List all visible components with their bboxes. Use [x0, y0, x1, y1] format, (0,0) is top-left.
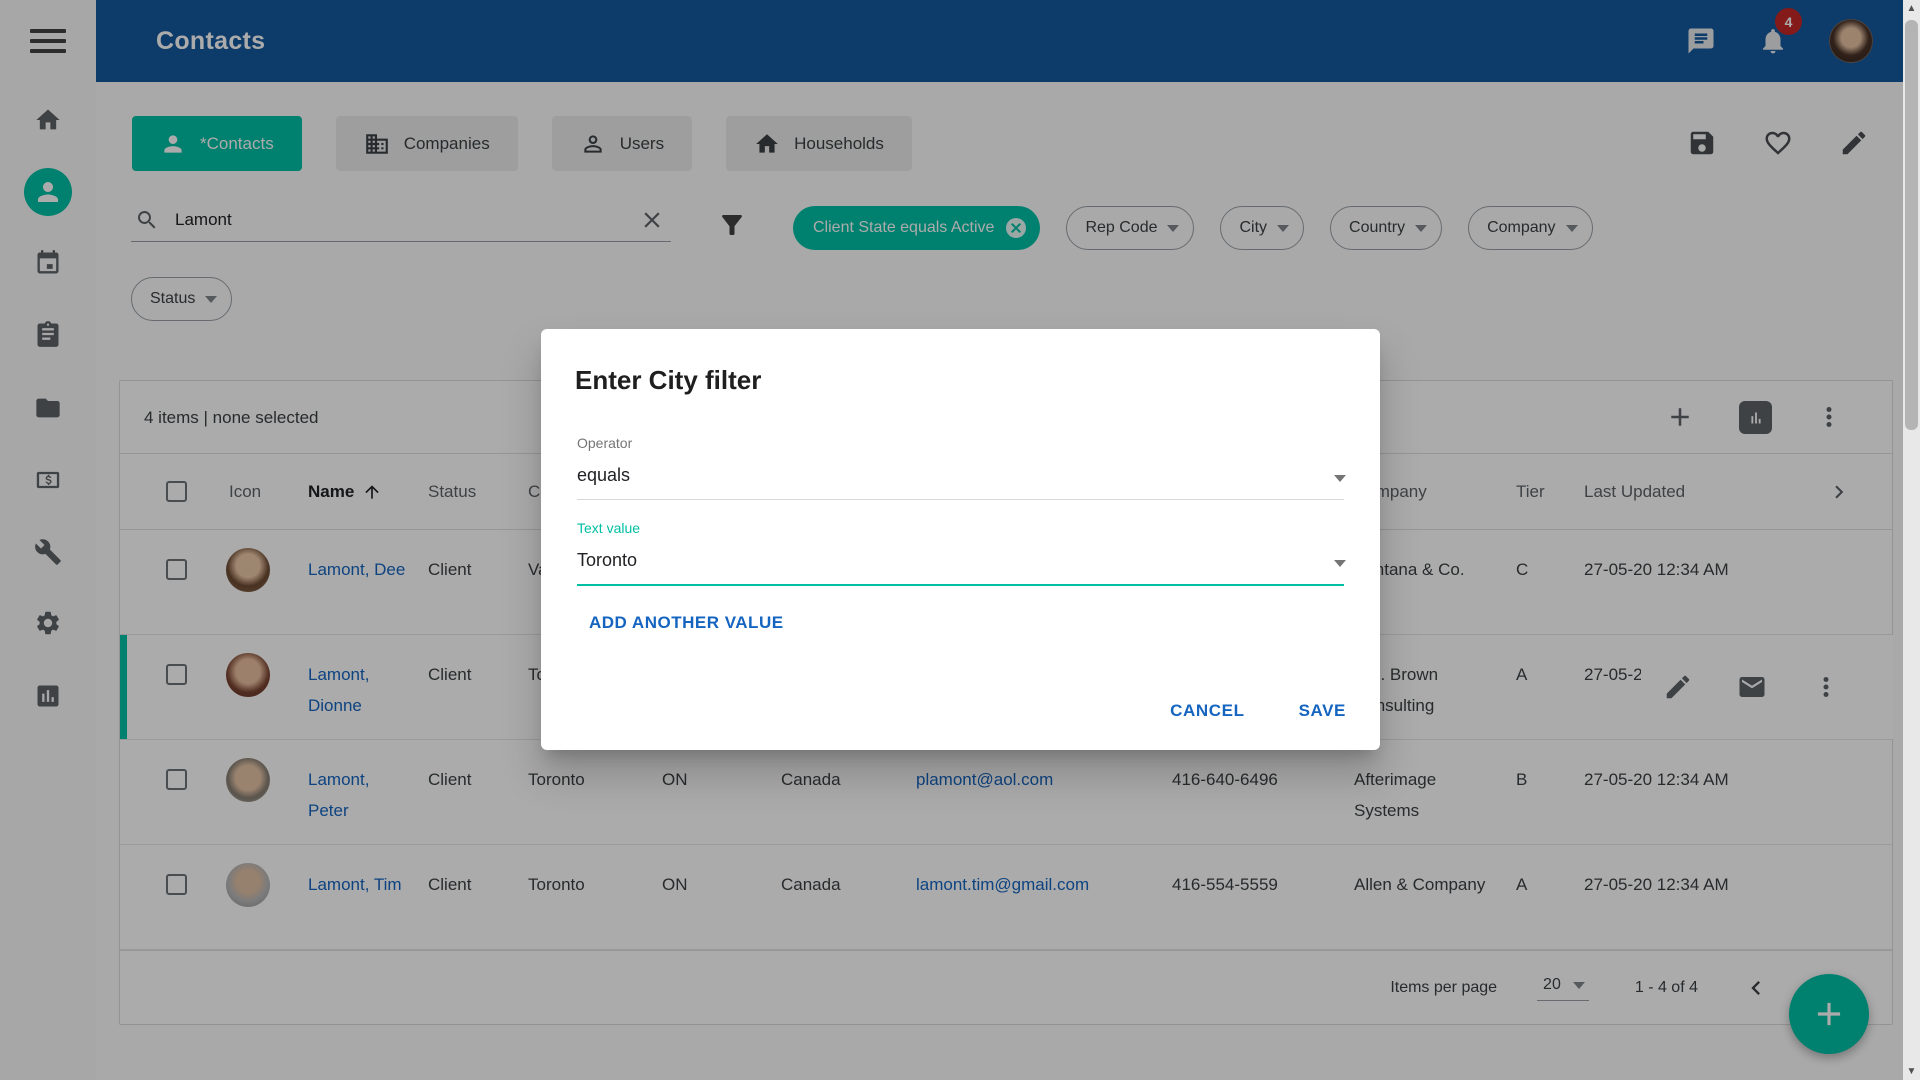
operator-underline	[577, 499, 1344, 500]
add-another-value-button[interactable]: ADD ANOTHER VALUE	[589, 613, 784, 633]
save-button[interactable]: SAVE	[1295, 695, 1350, 727]
cancel-button[interactable]: CANCEL	[1166, 695, 1248, 727]
dialog-buttons: CANCEL SAVE	[1166, 695, 1350, 727]
scrollbar-thumb[interactable]	[1905, 20, 1918, 430]
dialog-title: Enter City filter	[575, 365, 761, 396]
operator-select[interactable]: equals	[577, 465, 630, 486]
city-filter-dialog: Enter City filter Operator equals Text v…	[541, 329, 1380, 750]
text-value-label: Text value	[577, 520, 640, 536]
scroll-up-icon[interactable]: ▲	[1903, 0, 1920, 17]
operator-label: Operator	[577, 435, 632, 451]
text-value-underline	[577, 584, 1344, 586]
scroll-down-icon[interactable]: ▼	[1903, 1063, 1920, 1080]
chevron-down-icon[interactable]	[1334, 560, 1346, 567]
text-value-select[interactable]: Toronto	[577, 550, 637, 571]
app-window: Contacts 4 *Contacts Companies Users Hou…	[0, 0, 1920, 1080]
page-scrollbar[interactable]: ▲ ▼	[1903, 0, 1920, 1080]
chevron-down-icon[interactable]	[1334, 475, 1346, 482]
